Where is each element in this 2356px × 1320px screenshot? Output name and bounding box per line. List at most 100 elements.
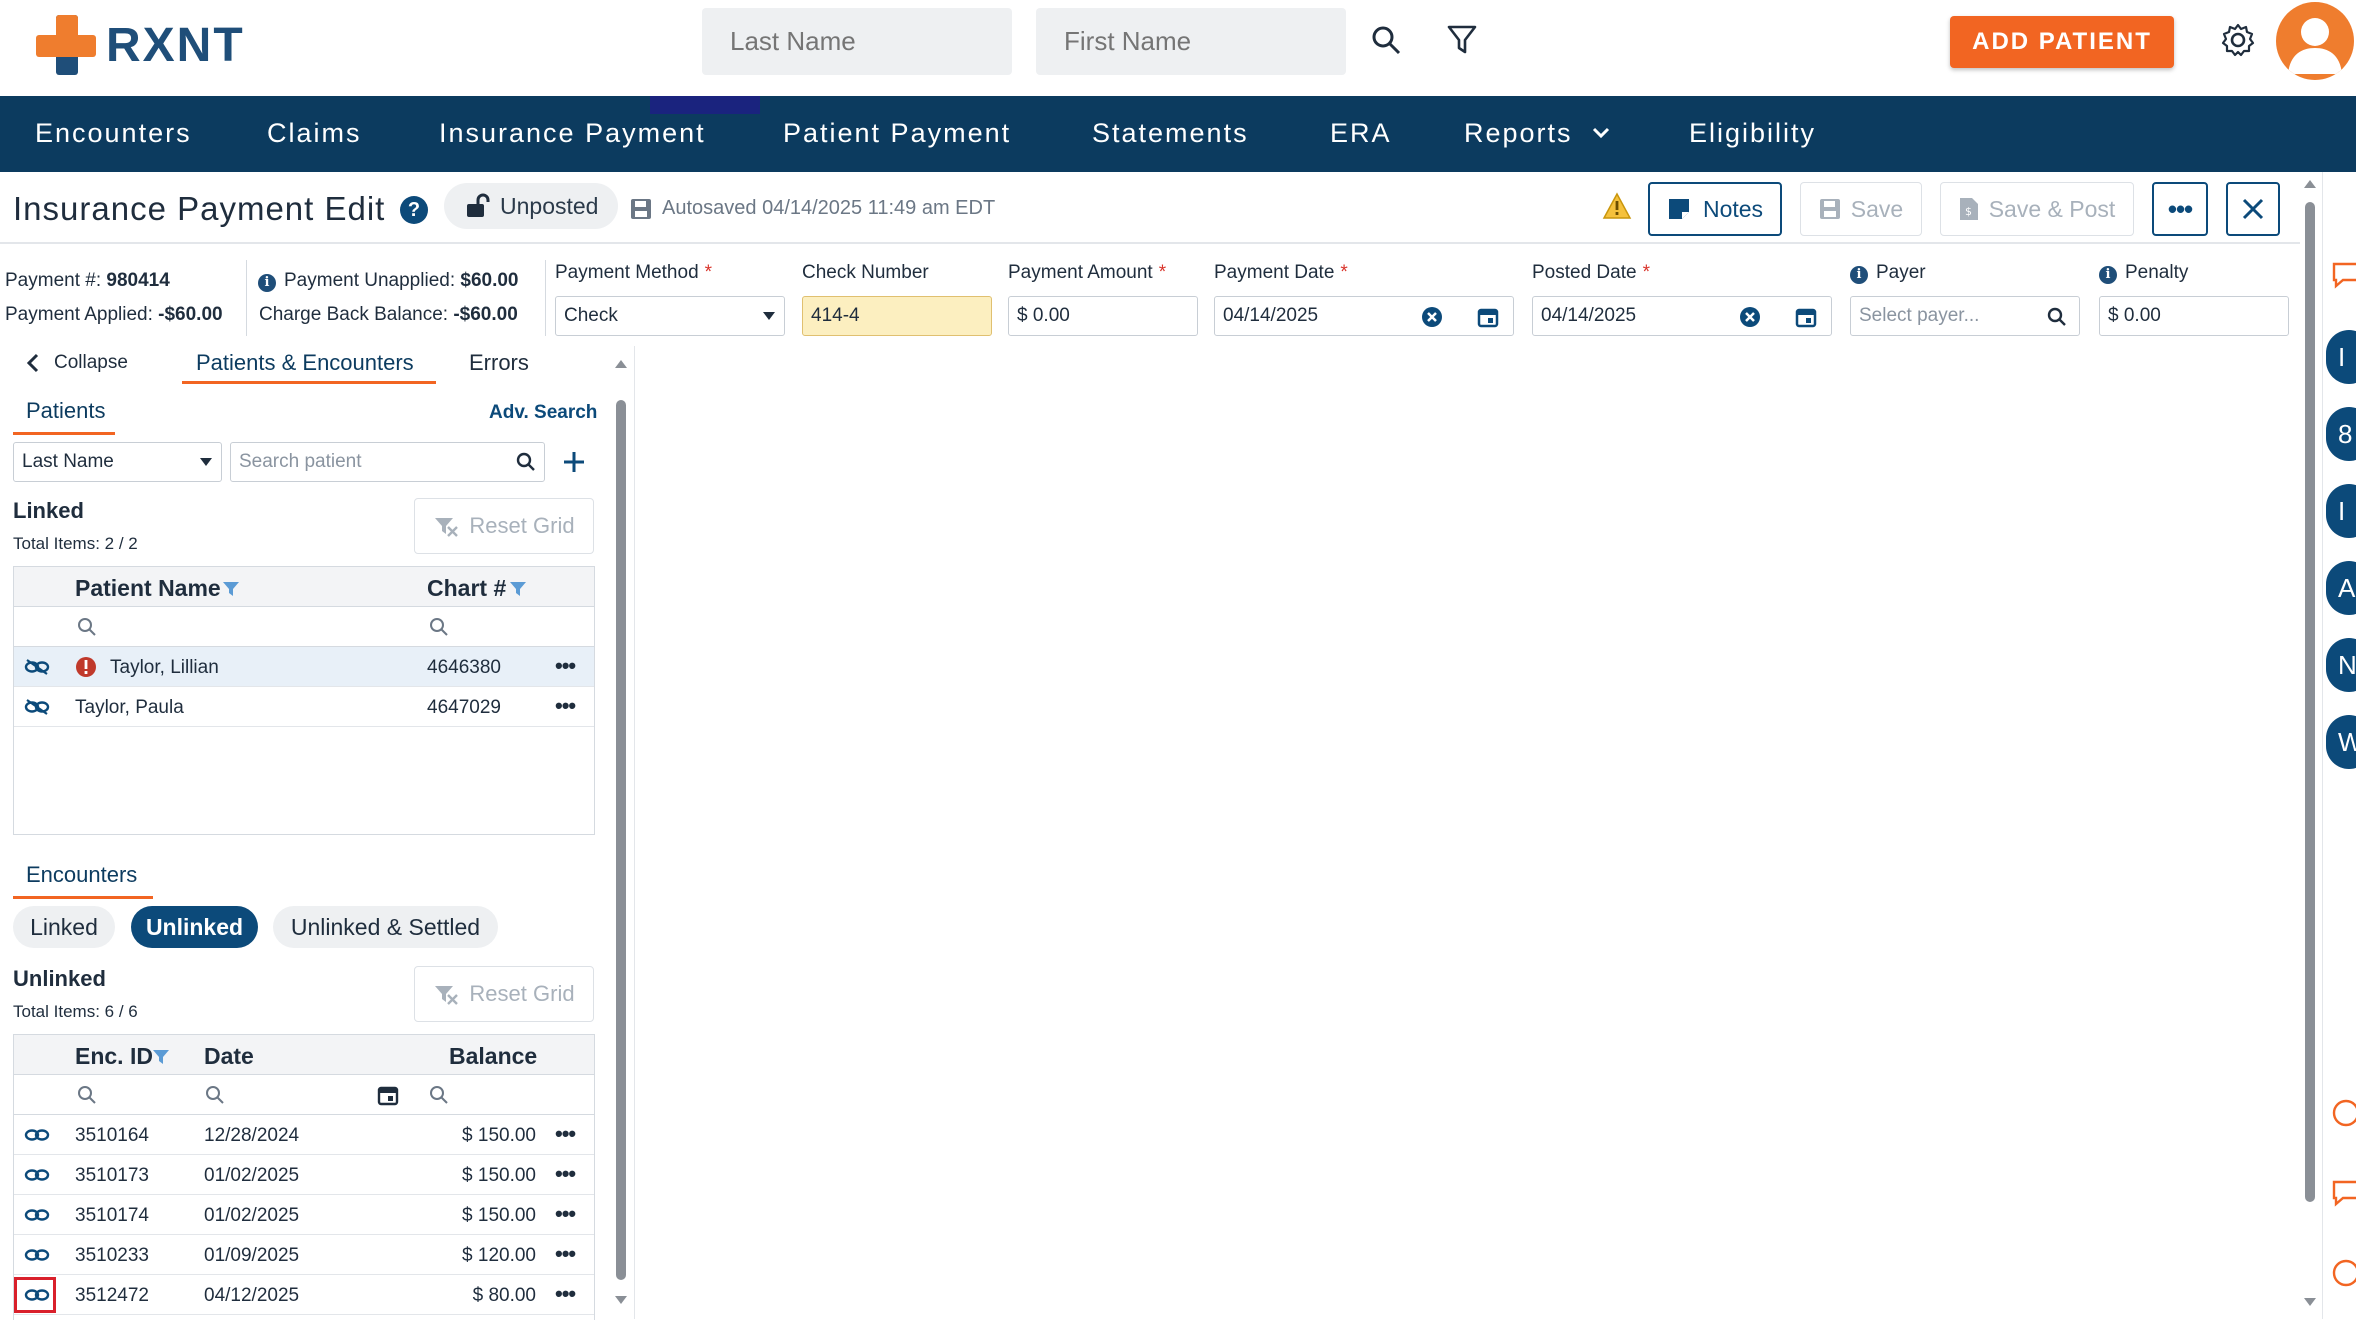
support-icon[interactable] (2331, 1258, 2356, 1288)
search-icon[interactable] (516, 452, 536, 472)
col-patient-name[interactable]: Patient Name (75, 575, 221, 602)
side-bubble[interactable]: A (2326, 561, 2356, 615)
nav-era[interactable]: ERA (1330, 118, 1392, 149)
filter-icon[interactable] (1442, 20, 1482, 60)
payer-select[interactable]: Select payer... (1850, 296, 2080, 336)
chat-icon[interactable] (2331, 260, 2356, 290)
nav-reports[interactable]: Reports (1464, 118, 1573, 149)
table-row[interactable]: 3510233 01/09/2025 $ 120.00 ••• (14, 1235, 594, 1275)
help-icon[interactable]: ? (400, 196, 428, 224)
help-circle-icon[interactable] (2331, 1098, 2356, 1128)
table-row[interactable]: 3512472 04/12/2025 $ 80.00 ••• (14, 1275, 594, 1315)
row-more-button[interactable]: ••• (555, 1281, 576, 1307)
table-row[interactable]: 3510174 01/02/2025 $ 150.00 ••• (14, 1195, 594, 1235)
nav-patient-payment[interactable]: Patient Payment (783, 118, 1011, 149)
link-icon[interactable] (24, 1126, 50, 1144)
search-icon[interactable] (205, 1085, 225, 1105)
calendar-icon[interactable] (1795, 306, 1817, 328)
side-bubble[interactable]: N (2326, 638, 2356, 692)
reset-grid-button[interactable]: Reset Grid (414, 498, 594, 554)
first-name-search-input[interactable] (1036, 8, 1346, 75)
unlink-icon[interactable] (24, 658, 50, 676)
side-bubble[interactable]: 8 (2326, 407, 2356, 461)
pill-unlinked[interactable]: Unlinked (131, 906, 258, 948)
rxnt-logo[interactable]: RXNT (36, 14, 256, 76)
table-row[interactable]: 3510164 12/28/2024 $ 150.00 ••• (14, 1115, 594, 1155)
payment-amount-input[interactable]: $ 0.00 (1008, 296, 1198, 336)
search-icon[interactable] (1366, 20, 1406, 60)
main-scrollbar[interactable] (2300, 172, 2320, 1319)
side-bubble[interactable]: I (2326, 330, 2356, 384)
link-icon[interactable] (24, 1246, 50, 1264)
tab-errors[interactable]: Errors (469, 350, 529, 376)
payment-date-input[interactable]: 04/14/2025 (1214, 296, 1514, 336)
filter-icon[interactable] (509, 581, 527, 597)
gear-icon[interactable] (2216, 18, 2260, 62)
scroll-down-arrow-icon[interactable] (2304, 1298, 2316, 1306)
error-icon[interactable] (75, 656, 97, 678)
tab-patients-encounters[interactable]: Patients & Encounters (196, 350, 414, 376)
add-patient-button[interactable]: ADD PATIENT (1950, 16, 2174, 68)
search-icon[interactable] (77, 617, 97, 637)
nav-eligibility[interactable]: Eligibility (1689, 118, 1816, 149)
user-avatar[interactable] (2276, 2, 2354, 80)
row-more-button[interactable]: ••• (555, 1121, 576, 1147)
clear-date-icon[interactable] (1739, 306, 1761, 328)
row-more-button[interactable]: ••• (555, 693, 576, 719)
row-more-button[interactable]: ••• (555, 653, 576, 679)
left-panel-scrollbar[interactable] (612, 346, 630, 1319)
scroll-up-arrow-icon[interactable] (615, 360, 627, 368)
search-by-select[interactable]: Last Name (13, 442, 222, 482)
col-date[interactable]: Date (204, 1043, 254, 1070)
scroll-thumb[interactable] (616, 400, 626, 1280)
close-button[interactable] (2226, 182, 2280, 236)
posted-date-input[interactable]: 04/14/2025 (1532, 296, 1832, 336)
col-enc-id[interactable]: Enc. ID (75, 1043, 153, 1070)
pill-unlinked-settled[interactable]: Unlinked & Settled (273, 906, 498, 948)
chevron-down-icon[interactable] (1590, 122, 1612, 149)
notes-button[interactable]: Notes (1648, 182, 1782, 236)
filter-icon[interactable] (222, 581, 240, 597)
payment-method-select[interactable]: Check (555, 296, 785, 336)
last-name-search-input[interactable] (702, 8, 1012, 75)
side-bubble[interactable]: W (2326, 715, 2356, 769)
save-and-post-button[interactable]: $ Save & Post (1940, 182, 2134, 236)
check-number-input[interactable]: 414-4 (802, 296, 992, 336)
clear-date-icon[interactable] (1421, 306, 1443, 328)
reset-grid-button[interactable]: Reset Grid (414, 966, 594, 1022)
status-chip[interactable]: Unposted (444, 183, 619, 229)
collapse-button[interactable]: Collapse (26, 352, 128, 374)
more-options-button[interactable]: ••• (2152, 182, 2208, 236)
patient-search-input[interactable]: Search patient (230, 442, 545, 482)
scroll-down-arrow-icon[interactable] (615, 1296, 627, 1304)
filter-icon[interactable] (152, 1049, 170, 1065)
nav-claims[interactable]: Claims (267, 118, 362, 149)
row-more-button[interactable]: ••• (555, 1241, 576, 1267)
table-row[interactable]: 3510173 01/02/2025 $ 150.00 ••• (14, 1155, 594, 1195)
side-bubble[interactable]: I (2326, 484, 2356, 538)
search-icon[interactable] (429, 1085, 449, 1105)
nav-encounters[interactable]: Encounters (35, 118, 192, 149)
row-more-button[interactable]: ••• (555, 1201, 576, 1227)
scroll-thumb[interactable] (2305, 202, 2315, 1202)
table-row[interactable]: Taylor, Paula 4647029 ••• (14, 687, 594, 727)
calendar-icon[interactable] (1477, 306, 1499, 328)
link-icon[interactable] (24, 1206, 50, 1224)
search-icon[interactable] (429, 617, 449, 637)
search-icon[interactable] (77, 1085, 97, 1105)
row-more-button[interactable]: ••• (555, 1161, 576, 1187)
warning-icon[interactable] (1602, 192, 1632, 225)
link-icon[interactable] (24, 1166, 50, 1184)
penalty-input[interactable]: $ 0.00 (2099, 296, 2289, 336)
unlink-icon[interactable] (24, 698, 50, 716)
message-icon[interactable] (2331, 1178, 2356, 1208)
col-chart-number[interactable]: Chart # (427, 575, 506, 602)
col-balance[interactable]: Balance (449, 1043, 537, 1070)
table-row[interactable]: Taylor, Lillian 4646380 ••• (14, 647, 594, 687)
add-icon[interactable] (562, 450, 586, 474)
save-button[interactable]: Save (1800, 182, 1922, 236)
nav-statements[interactable]: Statements (1092, 118, 1249, 149)
nav-insurance-payment[interactable]: Insurance Payment (439, 118, 706, 149)
adv-search-link[interactable]: Adv. Search (489, 402, 597, 424)
scroll-up-arrow-icon[interactable] (2304, 180, 2316, 188)
